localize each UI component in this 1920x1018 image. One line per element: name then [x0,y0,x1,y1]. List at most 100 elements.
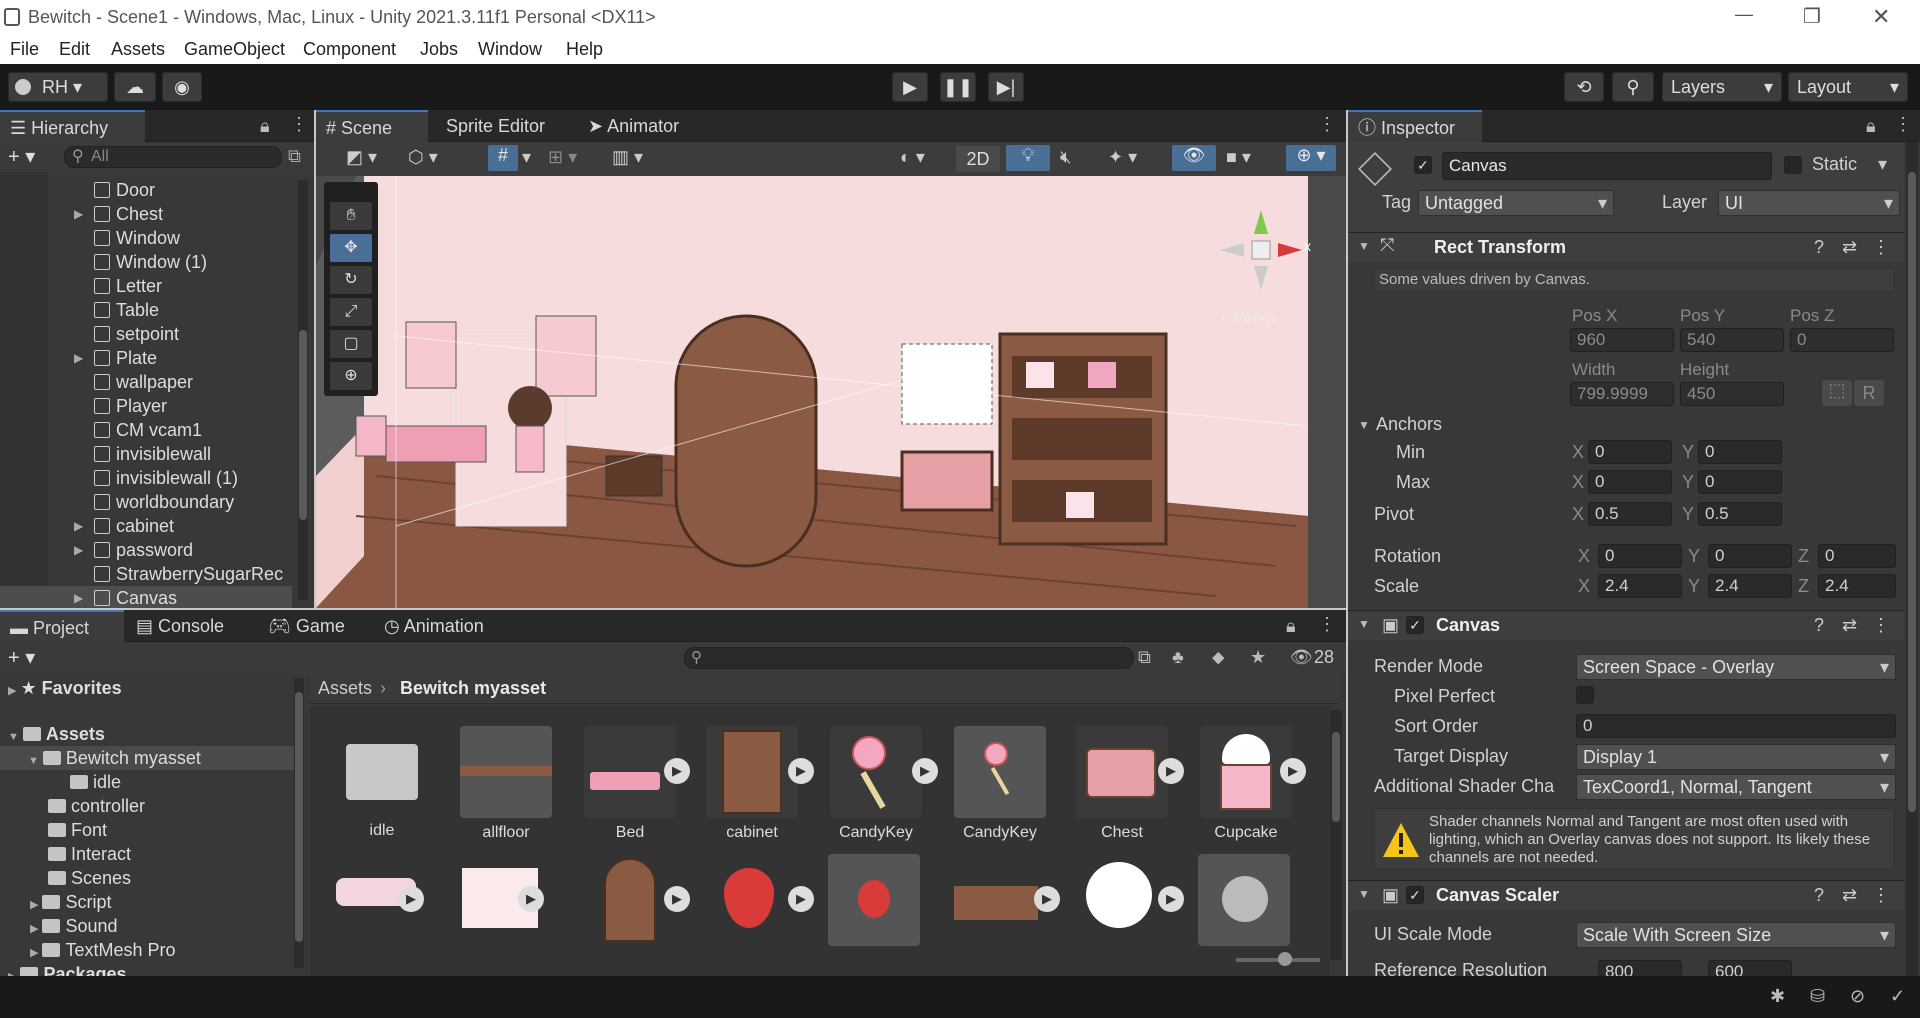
tree-item-scenes[interactable]: Scenes [0,866,296,890]
step-button[interactable]: ▶| [988,72,1024,102]
more-options-icon[interactable]: ⋮ [1318,114,1336,135]
orientation-gizmo[interactable]: x [1216,200,1311,300]
menu-edit[interactable]: Edit [59,39,90,60]
tab-scene[interactable]: # Scene [316,110,428,142]
2d-toggle[interactable]: 2D [956,146,1000,172]
layers-dropdown[interactable]: Layers ▾ [1662,72,1782,102]
help-icon[interactable]: ? [1814,237,1824,258]
gizmos-icon[interactable]: ⊕ ▾ [1286,145,1336,171]
rect-transform-header[interactable]: ▼ ⤧ Rect Transform ? ⇄ ⋮ [1348,232,1904,262]
expand-arrow-icon[interactable]: ▶ [74,586,83,608]
play-button[interactable]: ▶ [892,72,928,102]
asset-chest[interactable]: Chest [1074,726,1170,842]
help-icon[interactable]: ? [1814,885,1824,906]
hierarchy-item[interactable]: setpoint [0,322,292,346]
render-mode-dropdown[interactable]: Screen Space - Overlay [1576,654,1896,680]
tab-inspector[interactable]: ⓘ Inspector [1348,110,1482,142]
effects-toggle-icon[interactable]: ✦ ▾ [1108,147,1137,168]
rect-tool-icon[interactable]: ▢ [330,330,372,358]
collab-button[interactable]: ◉ [162,72,202,102]
hierarchy-item[interactable]: ▶ cabinet [0,514,292,538]
presets-icon[interactable]: ⇄ [1842,615,1857,636]
menu-gameobject[interactable]: GameObject [184,39,285,60]
scale-y[interactable]: 2.4 [1708,574,1792,598]
camera-icon[interactable]: ■ ▾ [1226,147,1251,168]
expand-wood-plank-icon[interactable]: ▶ [1034,886,1060,912]
cache-icon[interactable]: ⛁ [1810,986,1825,1007]
inspector-scrollbar[interactable] [1906,142,1918,976]
lighting-toggle-icon[interactable]: 💡︎ [1006,145,1050,171]
grid-visibility-icon[interactable]: ▥ ▾ [612,147,643,168]
hierarchy-item[interactable]: Window (1) [0,250,292,274]
asset-grid-scrollbar[interactable] [1330,710,1342,960]
presets-icon[interactable]: ⇄ [1842,237,1857,258]
asset-candykey-2[interactable]: CandyKey [952,726,1048,842]
pivot-x[interactable]: 0.5 [1588,502,1672,526]
menu-component[interactable]: Component [303,39,396,60]
asset-cupcake[interactable]: Cupcake [1198,726,1294,842]
anchor-max-y[interactable]: 0 [1698,470,1782,494]
hierarchy-item[interactable]: ▶ Chest [0,202,292,226]
tree-item-font[interactable]: Font [0,818,296,842]
scale-x[interactable]: 2.4 [1598,574,1682,598]
asset-wood-plank[interactable] [952,854,1044,946]
object-name-input[interactable]: Canvas [1442,152,1772,180]
foldout-arrow-icon[interactable]: ▼ [1358,239,1370,253]
rotation-x[interactable]: 0 [1598,544,1682,568]
hierarchy-item[interactable]: StrawberrySugarRec [0,562,292,586]
sort-order-field[interactable]: 0 [1576,714,1896,738]
more-options-icon[interactable]: ⋮ [1872,885,1890,906]
asset-strawberry-small[interactable] [828,854,920,946]
rotate-tool-icon[interactable]: ↻ [330,266,372,294]
tree-item-controller[interactable]: controller [0,794,296,818]
anchor-min-x[interactable]: 0 [1588,440,1672,464]
menu-help[interactable]: Help [566,39,603,60]
tab-hierarchy[interactable]: ☰ Hierarchy [0,110,145,142]
blueprint-button[interactable]: ⬚ [1822,380,1852,406]
tag-dropdown[interactable]: Untagged [1418,190,1614,216]
posx-field[interactable]: 960 [1570,328,1674,352]
asset-grey-circle[interactable] [1198,854,1290,946]
reference-x[interactable]: 800 [1598,960,1682,976]
hierarchy-item[interactable]: wallpaper [0,370,292,394]
asset-white-circle[interactable] [1074,854,1166,946]
filter-label-icon[interactable]: ⬥ [1212,647,1225,668]
create-button[interactable]: + ▾ [8,144,35,169]
scroll-thumb[interactable] [1908,172,1916,812]
expand-candykey-icon[interactable]: ▶ [912,758,938,784]
tree-item-sound[interactable]: ▶ Sound [0,914,296,938]
hierarchy-scrollbar[interactable] [298,180,308,600]
hidden-packages-icon[interactable]: 👁︎ [1290,647,1313,668]
packages-row[interactable]: ▶Packages [0,962,296,976]
pause-button[interactable]: ❚❚ [940,72,976,102]
pivot-y[interactable]: 0.5 [1698,502,1782,526]
expand-pink-bar-icon[interactable]: ▶ [398,886,424,912]
layout-dropdown[interactable]: Layout ▾ [1788,72,1908,102]
scale-z[interactable]: 2.4 [1818,574,1896,598]
hand-tool-icon[interactable]: ✋︎ [330,202,372,230]
cloud-button[interactable]: ☁ [114,72,156,102]
expand-arrow-icon[interactable]: ▶ [74,346,83,370]
lock-icon[interactable]: 🔒︎ [1866,116,1876,137]
hierarchy-item[interactable]: ▶ Plate [0,346,292,370]
hierarchy-item[interactable]: ▶ Canvas [0,586,292,608]
more-options-icon[interactable]: ⋮ [1894,114,1912,135]
expand-white-circle-icon[interactable]: ▶ [1158,886,1184,912]
target-display-dropdown[interactable]: Display 1 [1576,744,1896,770]
asset-cabinet[interactable]: cabinet [704,726,800,842]
hierarchy-item[interactable]: invisiblewall [0,442,292,466]
hierarchy-item[interactable]: ▶ password [0,538,292,562]
snap-dropdown-icon[interactable]: ▾ [522,147,531,168]
breadcrumb-current[interactable]: Bewitch myasset [400,678,546,699]
foldout-arrow-icon[interactable]: ▼ [1358,887,1370,901]
hierarchy-item[interactable]: Window [0,226,292,250]
expand-arrow-icon[interactable]: ▶ [74,514,83,538]
foldout-arrow-icon[interactable]: ▼ [1358,617,1370,631]
tab-sprite-editor[interactable]: Sprite Editor [436,110,555,142]
assets-row[interactable]: ▼ Assets [0,722,296,746]
canvas-scaler-enabled-checkbox[interactable]: ✓ [1406,886,1424,904]
raw-edit-button[interactable]: R [1854,380,1884,406]
expand-cupcake-icon[interactable]: ▶ [1280,758,1306,784]
posy-field[interactable]: 540 [1680,328,1784,352]
scale-tool-icon[interactable]: ⤢ [330,298,372,326]
